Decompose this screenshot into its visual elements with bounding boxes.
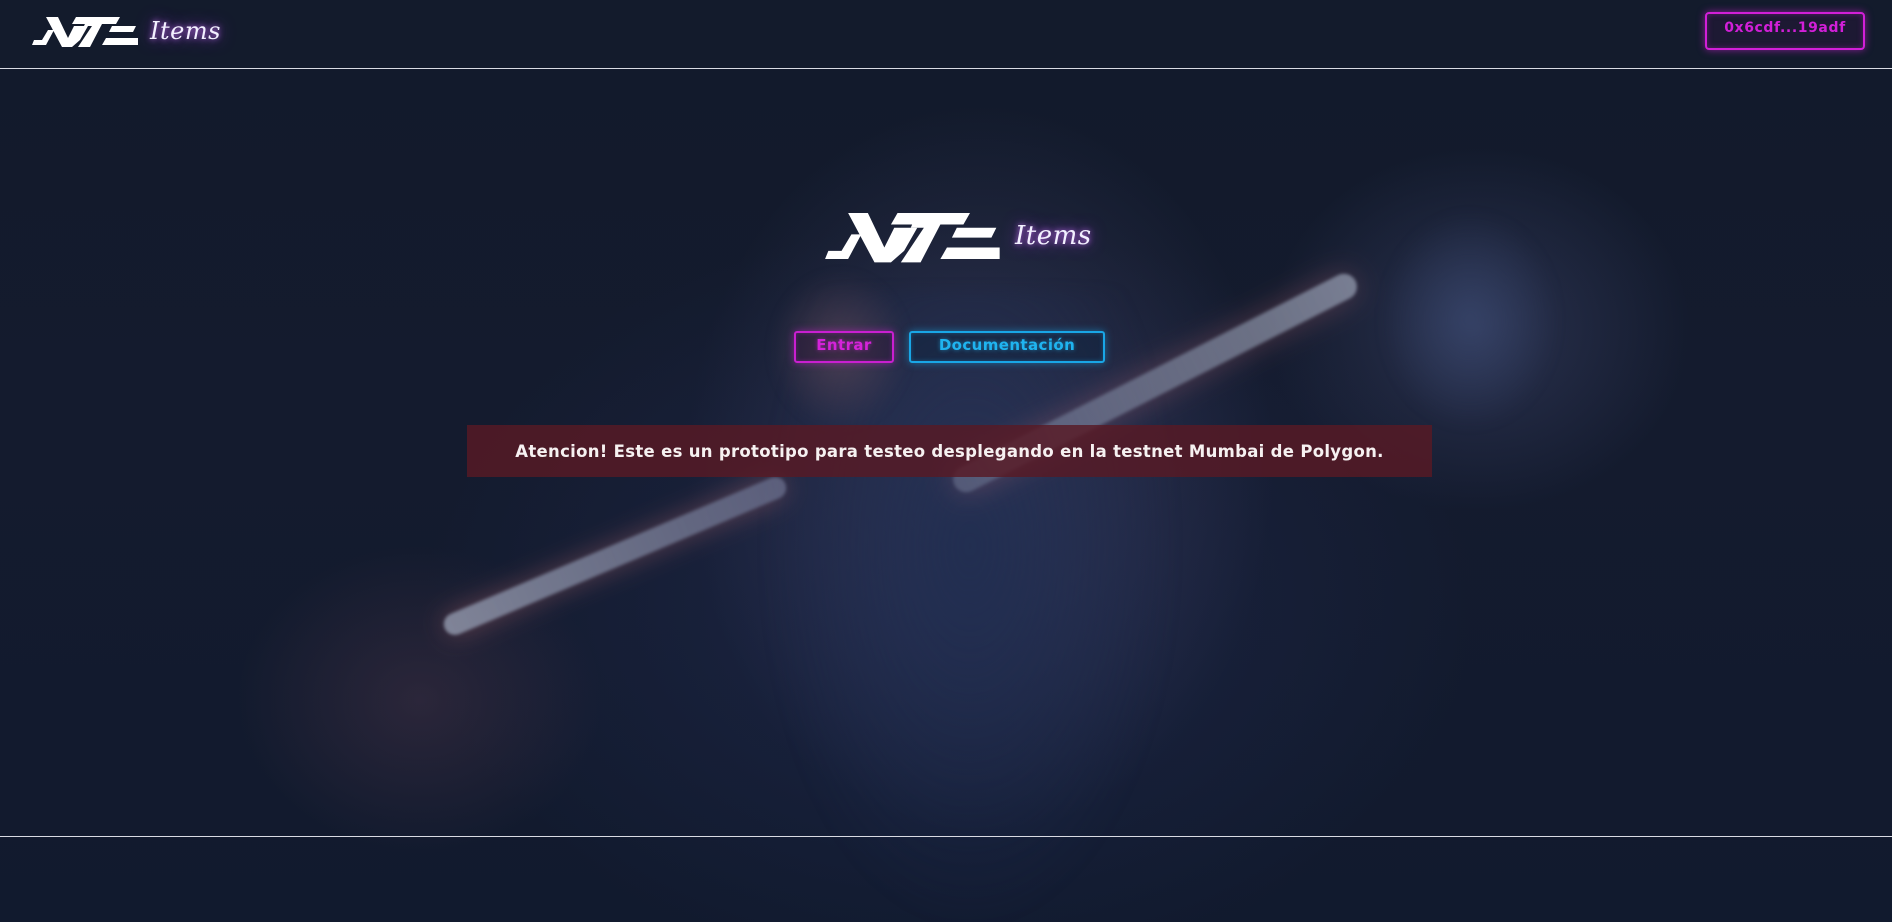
testnet-warning-banner: Atencion! Este es un prototipo para test… [467, 425, 1432, 477]
page: Items 0x6cdf...19adf Items Entrar Docume… [0, 0, 1892, 922]
background-light-saber-left [440, 473, 790, 639]
testnet-warning-text: Atencion! Este es un prototipo para test… [515, 441, 1384, 461]
enter-button[interactable]: Entrar [794, 331, 894, 363]
background-fist [1380, 210, 1560, 430]
brand-mark-icon [825, 208, 1003, 264]
hero-logo-text: Items [1015, 221, 1092, 251]
wallet-address-button[interactable]: 0x6cdf...19adf [1705, 12, 1865, 50]
top-navbar: Items 0x6cdf...19adf [0, 0, 1892, 69]
documentation-button[interactable]: Documentación [909, 331, 1105, 363]
header-logo[interactable]: Items [32, 14, 221, 48]
brand-mark-icon [32, 14, 140, 48]
background-figure [760, 290, 1180, 922]
header-logo-text: Items [150, 17, 221, 45]
hero-logo: Items [825, 208, 1092, 264]
footer-divider [0, 836, 1892, 837]
